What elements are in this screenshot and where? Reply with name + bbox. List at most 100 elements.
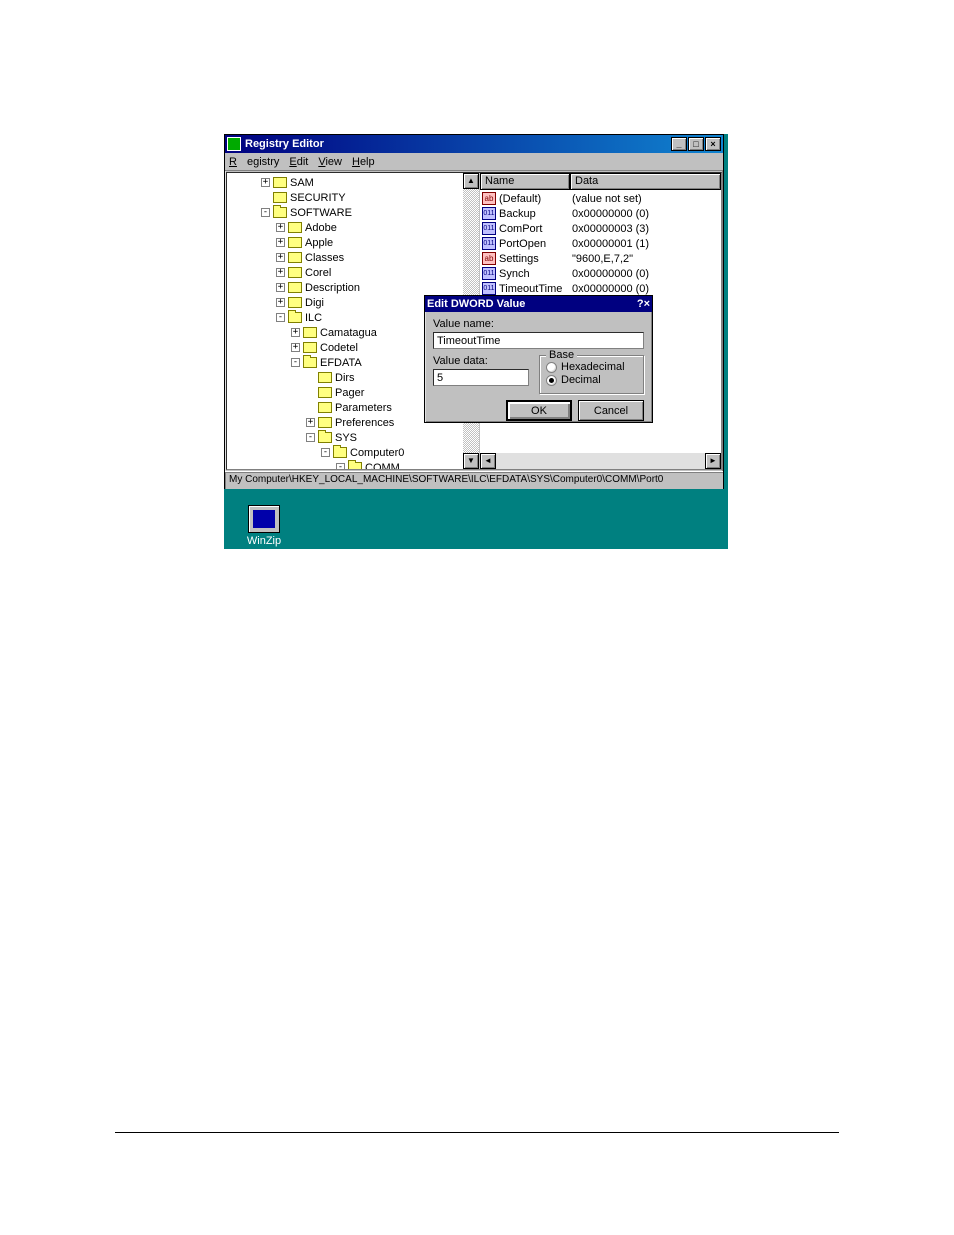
tree-item-corel[interactable]: +Corel [231, 265, 479, 280]
dword-value-icon [482, 237, 496, 250]
list-row[interactable]: PortOpen0x00000001 (1) [480, 236, 721, 251]
radio-hex-icon[interactable] [546, 362, 557, 373]
expand-toggle-icon[interactable]: - [321, 448, 330, 457]
expand-toggle-icon[interactable]: - [306, 433, 315, 442]
expand-toggle-icon[interactable]: + [276, 268, 285, 277]
expand-toggle-icon[interactable]: + [276, 238, 285, 247]
tree-item-software[interactable]: -SOFTWARE [231, 205, 479, 220]
dialog-help-button[interactable]: ? [637, 298, 644, 310]
tree-item-computer0[interactable]: -Computer0 [231, 445, 479, 460]
list-row[interactable]: ComPort0x00000003 (3) [480, 221, 721, 236]
tree-item-label: SECURITY [290, 192, 346, 204]
scroll-right-icon[interactable]: ► [705, 453, 721, 469]
tree-item-adobe[interactable]: + Adobe [231, 220, 479, 235]
value-name-field[interactable] [433, 332, 644, 349]
dialog-close-button[interactable]: × [644, 298, 650, 310]
radio-dec[interactable]: Decimal [546, 374, 637, 386]
column-name[interactable]: Name [480, 173, 570, 190]
expand-toggle-icon[interactable]: + [291, 343, 300, 352]
expand-toggle-icon[interactable]: - [261, 208, 270, 217]
menu-help[interactable]: Help [352, 156, 375, 168]
string-value-icon [482, 192, 496, 205]
expand-toggle-icon[interactable]: - [276, 313, 285, 322]
value-name: (Default) [499, 193, 572, 205]
list-scrollbar[interactable]: ◄ ► [480, 453, 721, 469]
folder-icon [288, 267, 302, 278]
expand-toggle-icon[interactable]: + [276, 253, 285, 262]
tree-item-label: SYS [335, 432, 357, 444]
close-button[interactable]: × [705, 137, 721, 151]
folder-icon [318, 387, 332, 398]
folder-icon [273, 177, 287, 188]
list-row[interactable]: (Default)(value not set) [480, 191, 721, 206]
value-data: (value not set) [572, 193, 721, 205]
list-row[interactable]: Synch0x00000000 (0) [480, 266, 721, 281]
dword-value-icon [482, 267, 496, 280]
list-row[interactable]: Settings"9600,E,7,2" [480, 251, 721, 266]
tree-item-comm[interactable]: - COMM [231, 460, 479, 469]
tree-item-apple[interactable]: + Apple [231, 235, 479, 250]
tree-item-label: Dirs [335, 372, 355, 384]
ok-button[interactable]: OK [506, 400, 572, 421]
value-name: ComPort [499, 223, 572, 235]
scroll-left-icon[interactable]: ◄ [480, 453, 496, 469]
tree-item-label: Parameters [335, 402, 392, 414]
tree-item-label: Apple [305, 237, 333, 249]
expand-toggle-icon[interactable]: + [306, 418, 315, 427]
expand-toggle-icon[interactable]: + [276, 223, 285, 232]
folder-icon [348, 462, 362, 469]
list-row[interactable]: Backup0x00000000 (0) [480, 206, 721, 221]
dialog-titlebar[interactable]: Edit DWORD Value ? × [425, 296, 652, 312]
maximize-button[interactable]: □ [688, 137, 704, 151]
folder-icon [288, 237, 302, 248]
value-data-label: Value data: [433, 355, 533, 367]
expand-toggle-icon[interactable]: - [336, 463, 345, 469]
cancel-button[interactable]: Cancel [578, 400, 644, 421]
value-name-label: Value name: [433, 318, 644, 330]
value-data: 0x00000000 (0) [572, 208, 721, 220]
list-row[interactable]: TimeoutTime0x00000000 (0) [480, 281, 721, 296]
tree-item-label: EFDATA [320, 357, 362, 369]
expand-toggle-icon[interactable]: + [291, 328, 300, 337]
dialog-title: Edit DWORD Value [427, 298, 637, 310]
scroll-down-icon[interactable]: ▼ [463, 453, 479, 469]
radio-hex[interactable]: Hexadecimal [546, 361, 637, 373]
expand-toggle-icon[interactable]: + [276, 298, 285, 307]
value-data-field[interactable] [433, 369, 529, 386]
menu-edit[interactable]: Edit [289, 156, 308, 168]
expand-toggle-icon[interactable]: + [261, 178, 270, 187]
tree-item-sam[interactable]: +SAM [231, 175, 479, 190]
tree-item-classes[interactable]: +Classes [231, 250, 479, 265]
value-name: Synch [499, 268, 572, 280]
column-data[interactable]: Data [570, 173, 721, 190]
tree-item-label: Description [305, 282, 360, 294]
desktop-icon-winzip[interactable]: WinZip [239, 505, 289, 547]
radio-hex-label: Hexadecimal [561, 361, 625, 373]
dword-value-icon [482, 207, 496, 220]
tree-item-label: COMM [365, 462, 400, 470]
tree-item-label: Pager [335, 387, 364, 399]
desktop-icon-label: WinZip [239, 535, 289, 547]
folder-icon [303, 357, 317, 368]
menubar: Registry Edit View Help [225, 153, 723, 171]
folder-icon [318, 432, 332, 443]
tree-item-label: Digi [305, 297, 324, 309]
tree-item-security[interactable]: SECURITY [231, 190, 479, 205]
tree-item-description[interactable]: + Description [231, 280, 479, 295]
folder-icon [288, 222, 302, 233]
dword-value-icon [482, 222, 496, 235]
tree-item-sys[interactable]: - SYS [231, 430, 479, 445]
tree-item-label: Adobe [305, 222, 337, 234]
dword-value-icon [482, 282, 496, 295]
menu-registry[interactable]: Registry [229, 156, 279, 168]
expand-toggle-icon[interactable]: - [291, 358, 300, 367]
titlebar[interactable]: Registry Editor _ □ × [225, 135, 723, 153]
minimize-button[interactable]: _ [671, 137, 687, 151]
window-title: Registry Editor [245, 138, 670, 150]
expand-toggle-icon[interactable]: + [276, 283, 285, 292]
value-name: TimeoutTime [499, 283, 572, 295]
tree-item-label: Camatagua [320, 327, 377, 339]
scroll-up-icon[interactable]: ▲ [463, 173, 479, 189]
radio-dec-icon[interactable] [546, 375, 557, 386]
menu-view[interactable]: View [318, 156, 342, 168]
